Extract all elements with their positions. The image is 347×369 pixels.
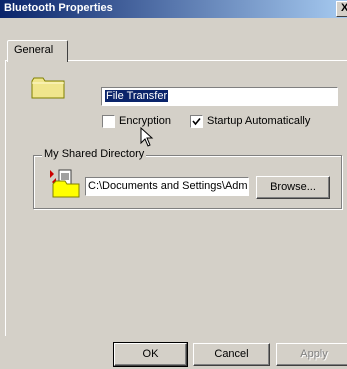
startup-label: Startup Automatically bbox=[207, 115, 311, 127]
shared-directory-label: My Shared Directory bbox=[42, 148, 147, 160]
mouse-cursor-icon bbox=[140, 127, 154, 147]
apply-button[interactable]: Apply bbox=[276, 343, 347, 366]
service-name-text: File Transfer bbox=[105, 90, 169, 102]
ok-button[interactable]: OK bbox=[113, 342, 188, 367]
window-title: Bluetooth Properties bbox=[4, 2, 113, 14]
startup-checkbox[interactable] bbox=[190, 115, 203, 128]
close-button[interactable]: X bbox=[336, 1, 347, 17]
service-name-field[interactable]: File Transfer bbox=[101, 87, 338, 106]
encryption-checkbox[interactable] bbox=[102, 115, 115, 128]
browse-button[interactable]: Browse... bbox=[256, 176, 330, 199]
shared-directory-path: C:\Documents and Settings\Adm bbox=[88, 180, 248, 192]
cancel-button[interactable]: Cancel bbox=[193, 343, 270, 366]
shared-folder-icon bbox=[50, 169, 80, 198]
tab-general-label: General bbox=[14, 44, 54, 56]
checkmark-icon bbox=[192, 117, 201, 126]
title-bar: Bluetooth Properties X bbox=[0, 0, 347, 18]
encryption-label: Encryption bbox=[119, 115, 171, 127]
folder-icon bbox=[31, 77, 65, 99]
tab-general[interactable]: General bbox=[7, 40, 68, 62]
shared-directory-path-field[interactable]: C:\Documents and Settings\Adm bbox=[85, 177, 249, 196]
